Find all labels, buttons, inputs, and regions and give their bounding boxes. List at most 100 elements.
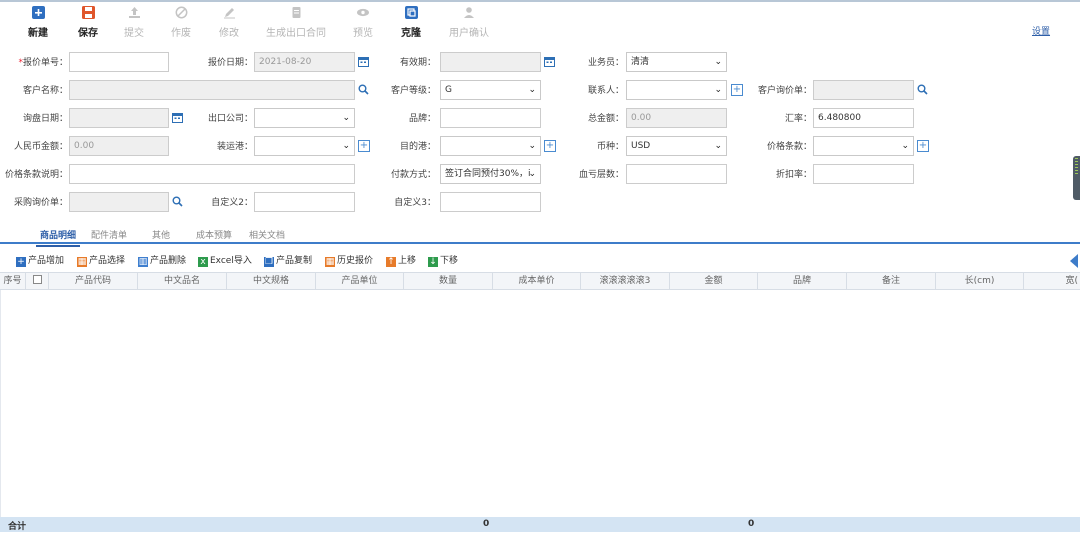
product-delete-button[interactable]: ▥ 产品删除 — [138, 253, 186, 267]
column-header[interactable]: 长(cm) — [936, 273, 1024, 290]
upload-icon — [127, 6, 141, 20]
user-confirm-button[interactable]: 用户确认 — [434, 6, 504, 39]
column-header[interactable]: 中文规格 — [227, 273, 316, 290]
move-up-button[interactable]: ↑ 上移 — [386, 253, 416, 267]
product-copy-button[interactable]: ❐ 产品复制 — [264, 253, 312, 267]
quote-no-label: *报价单号： — [18, 58, 68, 68]
currency-label: 币种： — [596, 142, 624, 152]
grid-icon: ▦ — [77, 257, 87, 267]
customer-inquiry-label: 客户询价单： — [757, 86, 812, 96]
generate-contract-button[interactable]: 生成出口合同 — [261, 6, 331, 39]
calendar-icon[interactable] — [172, 112, 184, 124]
column-header[interactable]: 金额 — [670, 273, 758, 290]
footer-amount-total: 0 — [748, 519, 755, 529]
customer-name-label: 客户名称： — [22, 86, 68, 96]
loading-port-select[interactable]: ⌄ — [254, 136, 355, 156]
ban-icon — [174, 6, 188, 20]
search-icon[interactable] — [172, 196, 184, 208]
add-price-terms-icon[interactable]: + — [917, 140, 929, 152]
column-header[interactable]: 数量 — [404, 273, 493, 290]
add-loading-port-icon[interactable]: + — [358, 140, 370, 152]
salesperson-select[interactable]: 清清 ⌄ — [626, 52, 727, 72]
column-header[interactable]: 产品单位 — [316, 273, 404, 290]
custom2-label: 自定义2： — [211, 198, 253, 208]
detail-tabs: 商品明细 配件清单 其他 成本预算 相关文档 — [0, 224, 1080, 247]
custom3-label: 自定义3： — [394, 198, 436, 208]
brand-label: 品牌： — [408, 114, 436, 124]
chevron-down-icon: ⌄ — [528, 141, 536, 151]
search-icon[interactable] — [358, 84, 370, 96]
brand-field[interactable] — [440, 108, 541, 128]
inquiry-date-field[interactable] — [69, 108, 169, 128]
custom3-field[interactable] — [440, 192, 541, 212]
product-grid-footer: 合计 0 0 — [0, 517, 1080, 532]
currency-select[interactable]: USD ⌄ — [626, 136, 727, 156]
settings-link[interactable]: 设置 — [1032, 24, 1050, 37]
payment-method-select[interactable]: 签订合同预付30%，i ⌄ — [440, 164, 541, 184]
blood-layers-label: 血亏层数： — [578, 170, 624, 180]
pencil-icon — [222, 6, 236, 20]
plus-square-icon — [31, 6, 45, 20]
side-panel-handle[interactable] — [1073, 156, 1080, 200]
contact-select[interactable]: ⌄ — [626, 80, 727, 100]
product-grid-header: 序号 产品代码 中文品名 中文规格 产品单位 数量 成本单价 滚滚滚滚滚3 金额… — [0, 272, 1080, 290]
valid-until-field[interactable] — [440, 52, 541, 72]
tab-cost-budget[interactable]: 成本预算 — [196, 228, 232, 241]
edit-button[interactable]: 修改 — [194, 6, 264, 39]
select-all-checkbox-cell[interactable] — [26, 273, 49, 290]
exchange-rate-field[interactable]: 6.480800 — [813, 108, 914, 128]
collapse-arrow-icon[interactable] — [1070, 254, 1078, 268]
excel-import-button[interactable]: x Excel导入 — [198, 253, 252, 267]
price-terms-select[interactable]: ⌄ — [813, 136, 914, 156]
tab-related-docs[interactable]: 相关文档 — [249, 228, 285, 241]
column-header[interactable]: 备注 — [847, 273, 936, 290]
chevron-down-icon: ⌄ — [714, 57, 722, 67]
discount-rate-field[interactable] — [813, 164, 914, 184]
column-header[interactable]: 中文品名 — [138, 273, 227, 290]
tab-other[interactable]: 其他 — [152, 228, 170, 241]
tab-accessories[interactable]: 配件清单 — [91, 228, 127, 241]
chevron-down-icon: ⌄ — [714, 141, 722, 151]
customer-inquiry-field[interactable] — [813, 80, 914, 100]
chevron-down-icon: ⌄ — [342, 113, 350, 123]
destination-port-select[interactable]: ⌄ — [440, 136, 541, 156]
user-icon — [462, 6, 476, 20]
purchase-inquiry-field[interactable] — [69, 192, 169, 212]
product-grid-body — [0, 290, 1080, 518]
chevron-down-icon: ⌄ — [528, 85, 536, 95]
product-add-button[interactable]: + 产品增加 — [16, 253, 64, 267]
contact-label: 联系人： — [587, 86, 624, 96]
add-destination-port-icon[interactable]: + — [544, 140, 556, 152]
column-header[interactable]: 品牌 — [758, 273, 847, 290]
main-toolbar: 新建 保存 提交 作废 修改 生成出口合同 预览 克隆 用户确认 设置 — [0, 2, 1080, 42]
destination-port-label: 目的港： — [399, 142, 436, 152]
rmb-amount-field: 0.00 — [69, 136, 169, 156]
history-quote-button[interactable]: ▦ 历史报价 — [325, 253, 373, 267]
chevron-down-icon: ⌄ — [901, 141, 909, 151]
column-header[interactable]: 成本单价 — [493, 273, 581, 290]
customer-name-field[interactable] — [69, 80, 355, 100]
move-down-button[interactable]: ↓ 下移 — [428, 253, 458, 267]
salesperson-label: 业务员： — [587, 58, 624, 68]
quote-no-field[interactable] — [69, 52, 169, 72]
calendar-icon[interactable] — [544, 56, 556, 68]
custom2-field[interactable] — [254, 192, 355, 212]
price-terms-desc-field[interactable] — [69, 164, 355, 184]
column-header[interactable]: 滚滚滚滚滚3 — [581, 273, 670, 290]
add-contact-icon[interactable]: + — [731, 84, 743, 96]
exchange-rate-label: 汇率： — [784, 114, 812, 124]
search-icon[interactable] — [917, 84, 929, 96]
chevron-down-icon: ⌄ — [714, 85, 722, 95]
checkbox-icon[interactable] — [32, 275, 42, 284]
tab-product-details[interactable]: 商品明细 — [35, 228, 81, 247]
column-header[interactable]: 宽( — [1024, 273, 1080, 290]
product-select-button[interactable]: ▦ 产品选择 — [77, 253, 125, 267]
footer-total-label: 合计 — [8, 522, 27, 532]
export-company-select[interactable]: ⌄ — [254, 108, 355, 128]
calendar-icon[interactable] — [358, 56, 370, 68]
customer-level-select[interactable]: G ⌄ — [440, 80, 541, 100]
document-icon — [289, 6, 303, 20]
blood-layers-field[interactable] — [626, 164, 727, 184]
column-header[interactable]: 产品代码 — [49, 273, 138, 290]
quote-date-field[interactable]: 2021-08-20 — [254, 52, 355, 72]
